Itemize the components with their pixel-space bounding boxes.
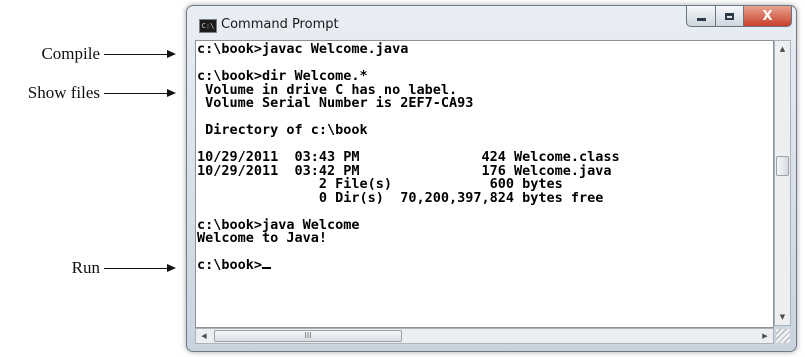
annotation-show-files-label: Show files (27, 83, 100, 102)
scroll-left-arrow-icon[interactable]: ◀ (196, 329, 212, 343)
maximize-button[interactable] (716, 6, 744, 27)
annotation-compile: Compile (0, 44, 176, 63)
horizontal-scroll-thumb[interactable]: III (214, 330, 402, 342)
annotation-run-label: Run (71, 258, 100, 277)
annotation-show-files-line (104, 92, 167, 94)
scroll-right-arrow-icon[interactable]: ▶ (757, 329, 773, 343)
annotation-run-line (104, 267, 167, 269)
annotation-compile-line (104, 53, 167, 55)
command-prompt-icon[interactable]: C:\ (199, 19, 217, 33)
close-icon: X (762, 8, 773, 24)
scroll-up-arrow-icon[interactable]: ▲ (775, 41, 790, 57)
annotation-run: Run (0, 258, 176, 277)
minimize-button[interactable] (686, 6, 716, 27)
close-button[interactable]: X (744, 6, 792, 27)
text-cursor (262, 267, 272, 269)
title-bar[interactable]: C:\ Command Prompt X (187, 6, 796, 40)
console-text: c:\book>javac Welcome.java c:\book>dir We… (196, 41, 773, 273)
window-controls: X (686, 6, 792, 27)
vertical-scroll-thumb[interactable] (776, 156, 789, 176)
command-prompt-window[interactable]: C:\ Command Prompt X c:\book>javac Welco… (186, 5, 797, 352)
console-line: c:\book>javac Welcome.java (197, 41, 409, 57)
annotation-compile-label: Compile (41, 44, 100, 63)
console-output[interactable]: c:\book>javac Welcome.java c:\book>dir We… (195, 40, 774, 328)
minimize-icon (696, 17, 706, 21)
maximize-icon (725, 12, 734, 20)
resize-grip-icon[interactable] (776, 329, 790, 343)
console-line: Directory of c:\book (197, 122, 368, 138)
vertical-scrollbar[interactable]: ▲ ▼ (774, 40, 791, 326)
annotation-show-files: Show files (0, 83, 176, 102)
console-line: 0 Dir(s) 70,200,397,824 bytes free (197, 189, 604, 206)
window-title: Command Prompt (221, 17, 339, 32)
scroll-down-arrow-icon[interactable]: ▼ (775, 309, 790, 325)
horizontal-scrollbar[interactable]: ◀ III ▶ (195, 328, 774, 344)
console-line: c:\book> (197, 258, 773, 273)
annotation-show-files-arrow (167, 89, 176, 97)
console-line: Welcome to Java! (197, 230, 328, 246)
annotation-run-arrow (167, 264, 176, 272)
console-line: Volume Serial Number is 2EF7-CA93 (197, 95, 474, 111)
annotation-compile-arrow (167, 50, 176, 58)
